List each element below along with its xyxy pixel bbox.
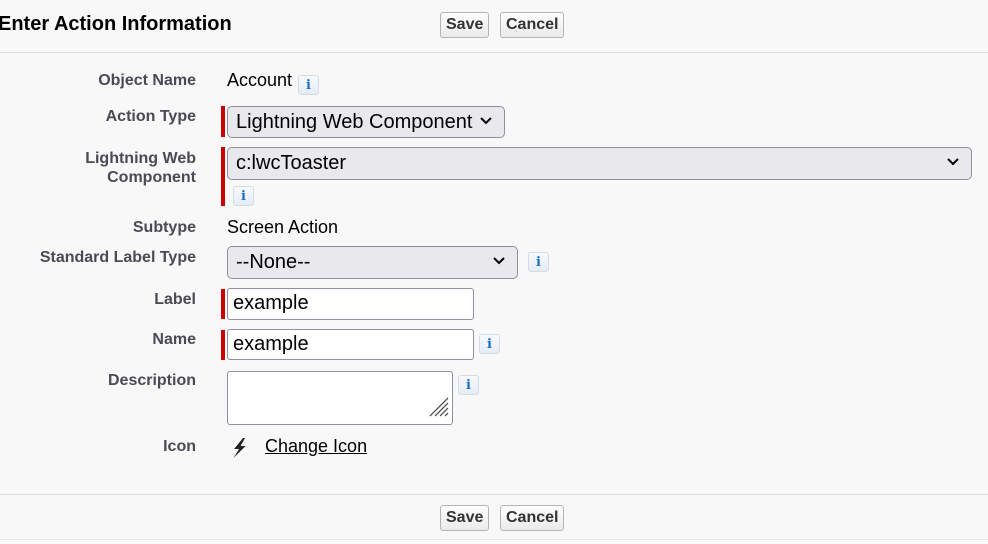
standard-label-type-select[interactable]: --None-- (227, 246, 518, 279)
required-indicator (221, 106, 225, 137)
name-field-label: Name (152, 331, 196, 348)
subtype-label: Subtype (132, 219, 196, 236)
lightning-web-component-select[interactable]: c:lwcToaster (227, 147, 972, 180)
lwc-selected-value: c:lwcToaster (236, 152, 347, 174)
object-name-info-icon[interactable]: i (298, 75, 319, 95)
lightning-web-component-label: Lightning Web Component (85, 149, 196, 187)
action-type-select[interactable]: Lightning Web Component (227, 106, 505, 138)
required-indicator (221, 330, 225, 360)
label-field-label: Label (154, 291, 196, 308)
action-type-label: Action Type (105, 108, 196, 125)
chevron-down-icon (493, 247, 507, 277)
page-footer: Save Cancel (0, 494, 988, 540)
lwc-info-icon[interactable]: i (233, 186, 254, 206)
standard-label-type-label: Standard Label Type (39, 249, 196, 266)
page-header: Enter Action Information Save Cancel (0, 0, 988, 53)
required-indicator (221, 289, 225, 319)
name-info-icon[interactable]: i (479, 334, 500, 354)
description-label: Description (107, 372, 196, 389)
object-name-label: Object Name (98, 72, 196, 89)
name-input[interactable]: example (227, 329, 474, 360)
chevron-down-icon (480, 107, 494, 137)
description-info-icon[interactable]: i (458, 375, 479, 395)
action-type-selected-value: Lightning Web Component (236, 111, 473, 133)
label-input[interactable]: example (227, 288, 474, 320)
page-title: Enter Action Information (0, 13, 232, 35)
icon-label: Icon (163, 438, 196, 455)
change-icon-link[interactable]: Change Icon (265, 436, 367, 457)
chevron-down-icon (947, 148, 961, 178)
lwc-label-line2: Component (107, 169, 196, 186)
required-indicator (221, 147, 225, 206)
standard-label-type-info-icon[interactable]: i (528, 252, 549, 272)
save-button-top[interactable]: Save (440, 12, 489, 38)
subtype-value: Screen Action (227, 217, 339, 237)
standard-label-type-selected-value: --None-- (236, 251, 311, 273)
resize-grip-icon[interactable] (428, 397, 450, 422)
cancel-button-bottom[interactable]: Cancel (500, 505, 564, 531)
lwc-label-line1: Lightning Web (85, 150, 196, 167)
cancel-button-top[interactable]: Cancel (500, 12, 564, 38)
object-name-value: Account (227, 70, 293, 90)
lightning-bolt-icon (231, 438, 247, 463)
save-button-bottom[interactable]: Save (440, 505, 489, 531)
description-textarea[interactable] (227, 371, 453, 425)
